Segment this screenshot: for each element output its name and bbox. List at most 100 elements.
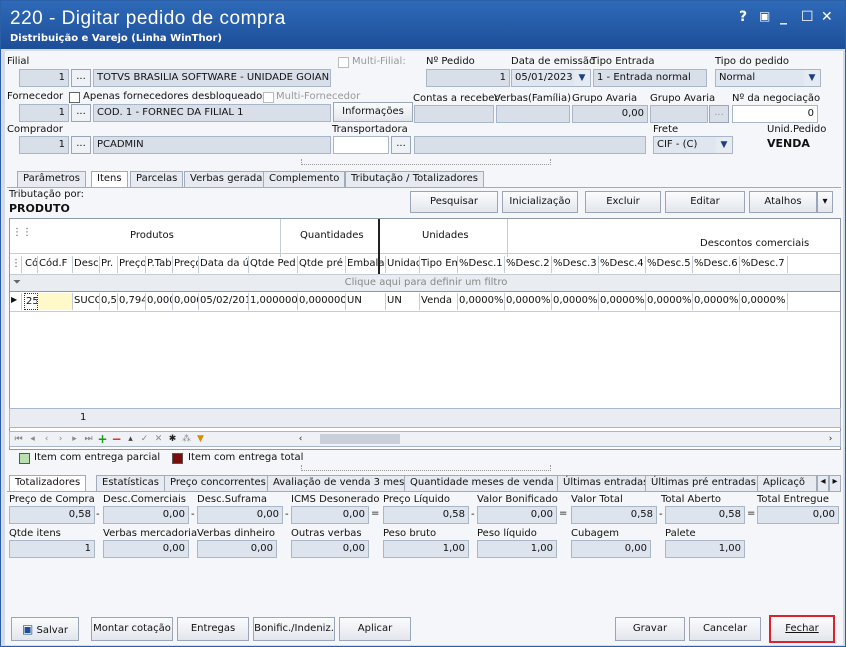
column-header[interactable]: %Desc.2 — [505, 256, 552, 273]
entregas-button[interactable]: Entregas — [177, 617, 249, 641]
column-header[interactable]: P.Tab — [146, 256, 173, 273]
multi-filial-checkbox[interactable] — [338, 57, 349, 68]
edit-up-icon[interactable]: ▴ — [124, 433, 137, 445]
excluir-button[interactable]: Excluir — [585, 191, 661, 213]
tab-tributacao[interactable]: Tributação / Totalizadores — [345, 171, 484, 187]
table-cell[interactable]: 0,000 — [146, 293, 173, 310]
multi-fornecedor-checkbox[interactable] — [263, 92, 274, 103]
tab-complemento[interactable]: Complemento — [263, 171, 346, 187]
table-cell[interactable]: 0,0000% — [505, 293, 552, 310]
remove-icon[interactable]: − — [110, 433, 123, 445]
splitter-handle-2[interactable] — [301, 465, 551, 471]
table-cell[interactable]: 0,0000% — [646, 293, 693, 310]
splitter-handle[interactable] — [301, 159, 551, 165]
scroll-right-icon[interactable]: › — [824, 433, 837, 445]
table-cell[interactable]: UN — [346, 293, 386, 310]
tab-quantidade-meses[interactable]: Quantidade meses de venda — [404, 475, 560, 491]
close-button[interactable]: ✕ — [821, 9, 833, 25]
column-header[interactable]: Pr. — [100, 256, 118, 273]
filter-row[interactable]: Clique aqui para definir um filtro — [10, 275, 840, 291]
fechar-button[interactable]: Fechar — [769, 615, 835, 643]
informacoes-button[interactable]: Informações — [333, 102, 413, 122]
column-header[interactable]: Embalag — [346, 256, 386, 273]
bonific-button[interactable]: Bonific./Indeniz. — [253, 617, 335, 641]
tab-ultimas-entradas[interactable]: Últimas entradas — [557, 475, 655, 491]
calendar-dropdown-icon[interactable]: ▼ — [574, 70, 590, 86]
table-cell[interactable]: 0,5 — [100, 293, 118, 310]
montar-cotacao-button[interactable]: Montar cotação — [91, 617, 173, 641]
chevron-down-icon[interactable]: ▼ — [716, 137, 732, 153]
column-header[interactable]: Qtde pré — [298, 256, 346, 273]
filter-icon[interactable]: ⏷ — [13, 277, 21, 288]
comprador-lookup-button[interactable]: ... — [71, 136, 91, 154]
tabs-scroll-right-icon[interactable]: ▸ — [829, 475, 841, 491]
last-page-icon[interactable]: ⏭ — [82, 433, 95, 445]
cancel-icon[interactable]: ✕ — [152, 433, 165, 445]
table-cell[interactable] — [38, 293, 73, 310]
tipo-pedido-select[interactable]: Normal ▼ — [715, 69, 821, 87]
chevron-down-icon[interactable]: ▼ — [804, 70, 820, 86]
column-header[interactable]: %Desc.6 — [693, 256, 740, 273]
table-cell[interactable]: 0,794 — [118, 293, 146, 310]
inicializacao-button[interactable]: Inicialização — [502, 191, 578, 213]
tab-estatisticas[interactable]: Estatísticas — [96, 475, 166, 491]
tab-ultimas-pre-entradas[interactable]: Últimas pré entradas — [645, 475, 762, 491]
column-header[interactable]: Preço — [173, 256, 199, 273]
filter-funnel-icon[interactable]: ▼ — [194, 433, 207, 445]
tabs-scroll-left-icon[interactable]: ◂ — [817, 475, 829, 491]
column-header[interactable]: Qtde Ped — [249, 256, 298, 273]
fornecedor-code-field[interactable]: 1 — [19, 104, 69, 122]
table-cell[interactable]: 1,000000 — [249, 293, 298, 310]
column-header[interactable]: Cód — [24, 256, 38, 273]
filial-lookup-button[interactable]: ... — [71, 69, 91, 87]
maximize-button[interactable]: ☐ — [801, 9, 814, 25]
tipo-entrada-field[interactable]: 1 - Entrada normal — [593, 69, 707, 87]
column-header[interactable]: Preço — [118, 256, 146, 273]
column-header[interactable]: Tipo Emb — [420, 256, 458, 273]
table-cell[interactable]: 0,0000% — [599, 293, 646, 310]
table-cell[interactable]: 0,0000% — [458, 293, 505, 310]
table-cell[interactable]: 05/02/201 — [199, 293, 249, 310]
column-header[interactable]: %Desc.7 — [740, 256, 788, 273]
column-header[interactable]: Unidad — [386, 256, 420, 273]
restore-icon[interactable]: ▣ — [759, 9, 770, 23]
column-header[interactable]: %Desc.5 — [646, 256, 693, 273]
comprador-code-field[interactable]: 1 — [19, 136, 69, 154]
tab-aplicacoes[interactable]: Aplicaçõ — [757, 475, 817, 491]
column-header[interactable]: Data da últ — [199, 256, 249, 273]
bookmark-icon[interactable]: ⁂ — [180, 433, 193, 445]
tab-preco-concorrentes[interactable]: Preço concorrentes — [164, 475, 272, 491]
tab-itens[interactable]: Itens — [91, 171, 128, 188]
column-header[interactable]: %Desc.1 — [458, 256, 505, 273]
add-icon[interactable]: + — [96, 433, 109, 445]
filial-code-field[interactable]: 1 — [19, 69, 69, 87]
minimize-button[interactable]: _ — [780, 9, 787, 25]
table-cell[interactable]: 0,000000 — [298, 293, 346, 310]
column-header[interactable]: Cód.F — [38, 256, 73, 273]
tab-avaliacao-venda[interactable]: Avaliação de venda 3 meses — [267, 475, 422, 491]
table-cell[interactable]: 257 — [24, 293, 38, 310]
table-cell[interactable]: SUCO T — [73, 293, 100, 310]
prev-page-icon[interactable]: ◂ — [26, 433, 39, 445]
gravar-button[interactable]: Gravar — [615, 617, 685, 641]
band-chooser-icon[interactable]: ⋮⋮ — [12, 227, 32, 238]
column-header[interactable]: Descric — [73, 256, 100, 273]
table-cell[interactable]: 0,0000% — [693, 293, 740, 310]
tab-totalizadores[interactable]: Totalizadores — [9, 475, 87, 492]
pesquisar-button[interactable]: Pesquisar — [410, 191, 498, 213]
frete-select[interactable]: CIF - (C) ▼ — [653, 136, 733, 154]
cancelar-button[interactable]: Cancelar — [689, 617, 761, 641]
prev-icon[interactable]: ‹ — [40, 433, 53, 445]
column-header[interactable]: %Desc.3 — [552, 256, 599, 273]
transportadora-code-field[interactable] — [333, 136, 389, 154]
refresh-icon[interactable]: ✱ — [166, 433, 179, 445]
check-icon[interactable]: ✓ — [138, 433, 151, 445]
transportadora-lookup-button[interactable]: ... — [391, 136, 411, 154]
table-cell[interactable]: Venda — [420, 293, 458, 310]
atalhos-dropdown-icon[interactable]: ▾ — [817, 191, 833, 213]
editar-button[interactable]: Editar — [665, 191, 745, 213]
table-cell[interactable]: UN — [386, 293, 420, 310]
apenas-desbloqueados-checkbox[interactable] — [69, 92, 80, 103]
data-emissao-field[interactable]: 05/01/2023 ▼ — [511, 69, 591, 87]
grupo-avaria-lookup-button[interactable]: ... — [709, 105, 729, 123]
